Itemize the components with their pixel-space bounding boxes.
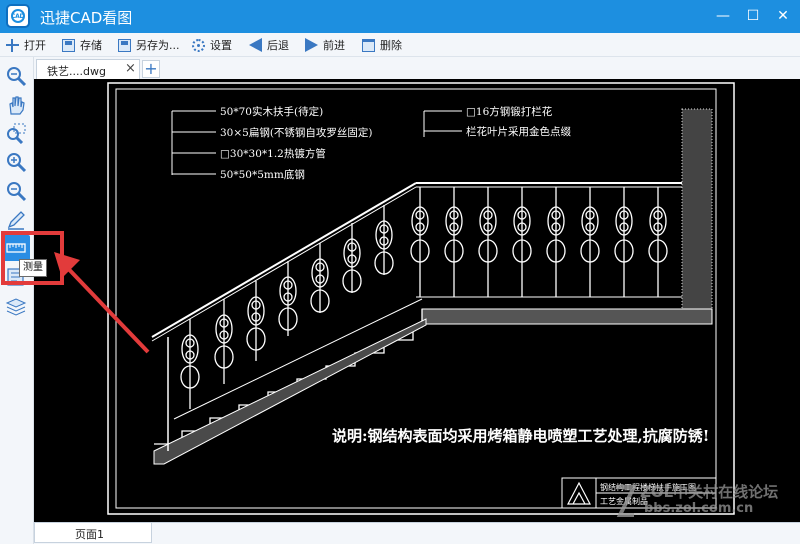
main-toolbar: 打开 存储 另存为... 设置 后退 前进 删除	[0, 33, 800, 57]
leader-lines	[171, 110, 462, 175]
minimize-button[interactable]: —	[712, 6, 734, 26]
document-tabstrip: 铁艺....dwg × +	[34, 57, 800, 79]
zoom-out-icon	[7, 182, 27, 202]
tab-document[interactable]: 铁艺....dwg ×	[36, 59, 140, 79]
document-tab-label: 铁艺....dwg	[47, 65, 106, 78]
hand-pan-icon	[9, 96, 25, 115]
zoom-window-icon	[7, 123, 26, 144]
app-logo-icon: CAD	[6, 4, 30, 28]
title-block-line1: 钢结构工程楼梯扶手施工图	[600, 482, 696, 492]
title-block: 钢结构工程楼梯扶手施工图 工艺金属制品	[561, 477, 717, 509]
sheet-inner-frame	[115, 88, 717, 509]
callout-base-steel: 50*50*5mm底钢	[220, 168, 305, 181]
sheet-outer-frame	[107, 82, 735, 515]
callout-flat-steel: 30×5扁钢(不锈钢自攻罗丝固定)	[220, 126, 373, 139]
back-arrow-icon	[249, 38, 262, 52]
save-as-icon	[118, 38, 131, 52]
zoom-window-button[interactable]	[3, 120, 30, 146]
forward-label: 前进	[323, 39, 345, 52]
gear-icon	[192, 38, 205, 52]
page-tab-1[interactable]: 页面1	[34, 523, 152, 543]
zoom-out-button[interactable]	[3, 178, 30, 204]
delete-label: 删除	[380, 39, 402, 52]
zoom-in-icon	[7, 153, 27, 173]
maximize-button[interactable]: ☐	[742, 6, 764, 26]
drawing-note: 说明:钢结构表面均采用烤箱静电喷塑工艺处理,抗腐防锈!	[332, 427, 709, 445]
trash-icon	[362, 38, 375, 52]
back-label: 后退	[267, 39, 289, 52]
plus-icon	[6, 38, 19, 52]
wall-hatch	[682, 109, 712, 324]
title-bar: CAD 迅捷CAD看图 — ☐ ✕	[0, 0, 800, 33]
callout-handrail: 50*70实木扶手(待定)	[220, 105, 323, 118]
landing-slab	[421, 308, 713, 325]
stair-handrail	[151, 182, 417, 338]
title-block-line2: 工艺金属制品	[600, 496, 648, 506]
forward-button[interactable]: 前进	[305, 36, 345, 54]
stair-balusters	[180, 205, 394, 409]
save-label: 存储	[80, 39, 102, 52]
zoom-extents-button[interactable]	[3, 63, 30, 89]
layers-button[interactable]	[3, 293, 30, 319]
annotation-arrow	[54, 252, 150, 354]
app-title: 迅捷CAD看图	[40, 9, 133, 27]
title-block-logo-icon	[567, 481, 591, 505]
callout-square-bar: □16方钢锻打栏花	[466, 105, 553, 118]
measure-tooltip: 测量	[19, 259, 47, 277]
callout-gold-leaf: 栏花叶片采用金色点缀	[466, 125, 571, 138]
app-window: CAD 迅捷CAD看图 — ☐ ✕ 打开 存储 另存为... 设置 后退 前进 …	[0, 0, 800, 544]
delete-button[interactable]: 删除	[362, 36, 402, 54]
back-button[interactable]: 后退	[249, 36, 289, 54]
app-logo-text: CAD	[11, 13, 25, 20]
page-tabbar: 页面1	[34, 522, 800, 544]
tool-sidebar	[0, 57, 34, 544]
landing-balusters	[410, 187, 668, 297]
save-button[interactable]: 存储	[62, 36, 102, 54]
close-tab-icon[interactable]: ×	[125, 61, 136, 76]
stair-bottom-rail	[173, 298, 423, 420]
forward-arrow-icon	[305, 38, 318, 52]
pencil-icon	[7, 211, 25, 230]
settings-label: 设置	[210, 39, 232, 52]
settings-button[interactable]: 设置	[192, 36, 232, 54]
save-as-button[interactable]: 另存为...	[118, 36, 180, 54]
save-as-label: 另存为...	[136, 39, 180, 52]
pan-button[interactable]	[3, 92, 30, 118]
page-tab-label: 页面1	[75, 528, 104, 541]
save-icon	[62, 38, 75, 52]
zoom-extents-icon	[7, 67, 27, 87]
open-button[interactable]: 打开	[6, 36, 46, 54]
open-label: 打开	[24, 39, 46, 52]
callout-square-tube: □30*30*1.2热镀方管	[220, 147, 326, 160]
close-window-button[interactable]: ✕	[772, 6, 794, 26]
zoom-in-button[interactable]	[3, 149, 30, 175]
new-tab-button[interactable]: +	[142, 60, 160, 78]
layers-icon	[5, 298, 27, 316]
draw-button[interactable]	[3, 207, 30, 233]
